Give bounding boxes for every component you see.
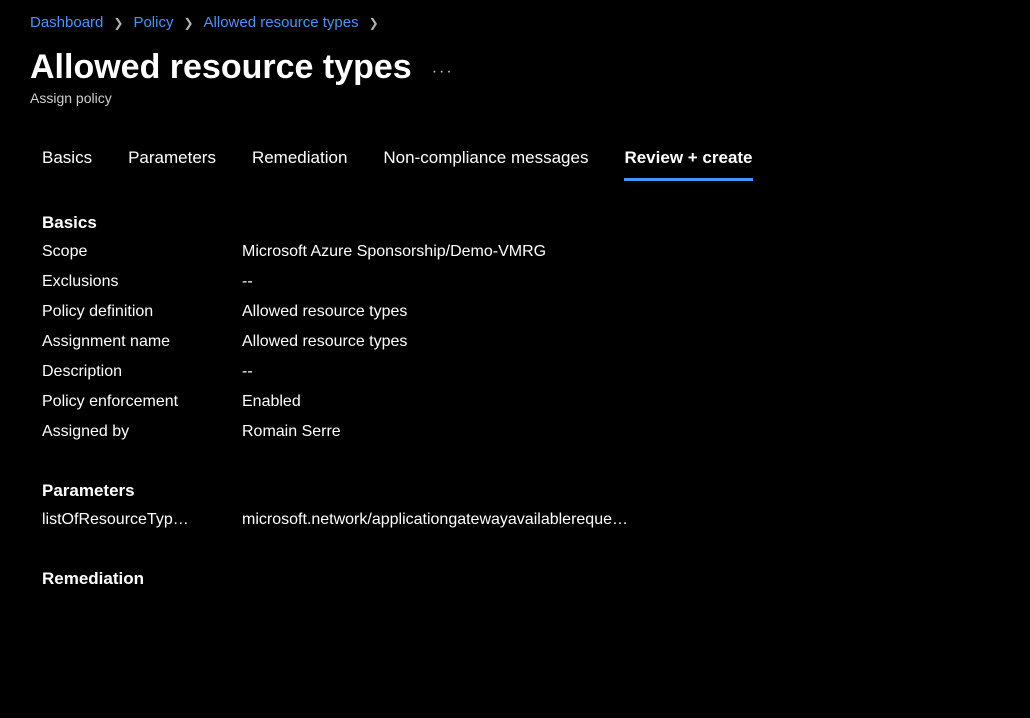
- label-list-of-resource-types: listOfResourceTyp…: [42, 511, 242, 529]
- breadcrumb-dashboard[interactable]: Dashboard: [30, 14, 103, 31]
- section-heading-parameters: Parameters: [42, 481, 1000, 501]
- breadcrumb-allowed-resource-types[interactable]: Allowed resource types: [204, 14, 359, 31]
- value-exclusions: --: [242, 273, 253, 291]
- page-title-row: Allowed resource types ···: [30, 47, 1000, 88]
- breadcrumb: Dashboard ❯ Policy ❯ Allowed resource ty…: [30, 14, 1000, 31]
- value-assignment-name: Allowed resource types: [242, 333, 407, 351]
- section-heading-basics: Basics: [42, 213, 1000, 233]
- section-heading-remediation: Remediation: [42, 569, 1000, 589]
- label-assigned-by: Assigned by: [42, 423, 242, 441]
- label-assignment-name: Assignment name: [42, 333, 242, 351]
- row-policy-definition: Policy definition Allowed resource types: [42, 303, 1000, 321]
- chevron-right-icon: ❯: [183, 16, 193, 30]
- tab-remediation[interactable]: Remediation: [252, 148, 347, 181]
- value-list-of-resource-types: microsoft.network/applicationgatewayavai…: [242, 511, 628, 529]
- row-exclusions: Exclusions --: [42, 273, 1000, 291]
- tab-non-compliance-messages[interactable]: Non-compliance messages: [383, 148, 588, 181]
- chevron-right-icon: ❯: [369, 16, 379, 30]
- chevron-right-icon: ❯: [113, 16, 123, 30]
- row-scope: Scope Microsoft Azure Sponsorship/Demo-V…: [42, 243, 1000, 261]
- label-scope: Scope: [42, 243, 242, 261]
- page-title: Allowed resource types: [30, 47, 412, 88]
- page-subtitle: Assign policy: [30, 90, 1000, 106]
- value-assigned-by: Romain Serre: [242, 423, 341, 441]
- tab-parameters[interactable]: Parameters: [128, 148, 216, 181]
- row-policy-enforcement: Policy enforcement Enabled: [42, 393, 1000, 411]
- more-actions-button[interactable]: ···: [432, 53, 454, 81]
- value-description: --: [242, 363, 253, 381]
- row-assigned-by: Assigned by Romain Serre: [42, 423, 1000, 441]
- value-policy-enforcement: Enabled: [242, 393, 301, 411]
- row-assignment-name: Assignment name Allowed resource types: [42, 333, 1000, 351]
- value-scope: Microsoft Azure Sponsorship/Demo-VMRG: [242, 243, 546, 261]
- row-list-of-resource-types: listOfResourceTyp… microsoft.network/app…: [42, 511, 1000, 529]
- label-description: Description: [42, 363, 242, 381]
- label-policy-definition: Policy definition: [42, 303, 242, 321]
- section-parameters: Parameters listOfResourceTyp… microsoft.…: [30, 481, 1000, 529]
- tab-basics[interactable]: Basics: [42, 148, 92, 181]
- section-remediation: Remediation: [30, 569, 1000, 589]
- page-header: Allowed resource types ··· Assign policy: [30, 47, 1000, 106]
- tab-review-create[interactable]: Review + create: [624, 148, 752, 181]
- section-basics: Basics Scope Microsoft Azure Sponsorship…: [30, 213, 1000, 441]
- value-policy-definition: Allowed resource types: [242, 303, 407, 321]
- tab-bar: Basics Parameters Remediation Non-compli…: [30, 148, 1000, 181]
- label-exclusions: Exclusions: [42, 273, 242, 291]
- row-description: Description --: [42, 363, 1000, 381]
- breadcrumb-policy[interactable]: Policy: [133, 14, 173, 31]
- label-policy-enforcement: Policy enforcement: [42, 393, 242, 411]
